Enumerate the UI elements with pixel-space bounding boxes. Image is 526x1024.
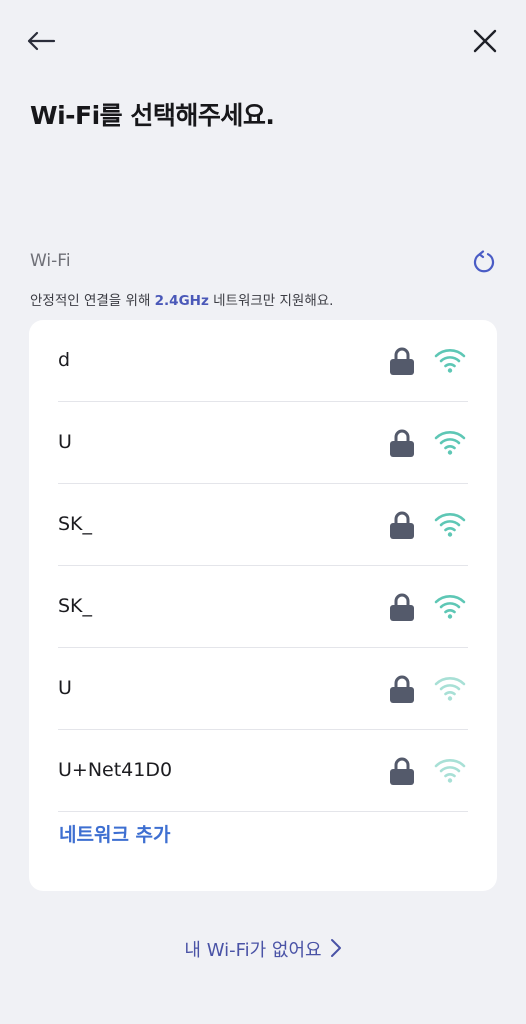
frequency-note: 안정적인 연결을 위해 2.4GHz 네트워크만 지원해요. <box>30 289 333 309</box>
network-ssid: SK_ <box>58 595 93 617</box>
page-title: Wi-Fi를 선택해주세요. <box>30 101 275 130</box>
wifi-signal-icon <box>434 510 466 538</box>
frequency-note-highlight: 2.4GHz <box>154 293 209 309</box>
network-row[interactable]: U <box>58 402 468 484</box>
wifi-signal-icon <box>434 428 466 456</box>
lock-icon <box>388 345 416 377</box>
frequency-note-suffix: 네트워크만 지원해요. <box>208 293 334 309</box>
wifi-signal-icon <box>434 674 466 702</box>
lock-icon <box>388 673 416 705</box>
network-row[interactable]: SK_ <box>58 566 468 648</box>
wifi-select-screen: Wi-Fi를 선택해주세요. Wi-Fi 안정적인 연결을 위해 2.4GHz … <box>0 0 526 1024</box>
network-ssid: U <box>58 431 72 453</box>
network-ssid: d <box>58 349 71 371</box>
network-row[interactable]: SK_ <box>58 484 468 566</box>
network-row[interactable]: U+Net41D0 <box>58 730 468 812</box>
lock-icon <box>388 755 416 787</box>
lock-icon <box>388 427 416 459</box>
network-ssid: U <box>58 677 72 699</box>
add-network-button[interactable]: 네트워크 추가 <box>59 820 171 847</box>
network-ssid: SK_ <box>58 513 93 535</box>
lock-icon <box>388 591 416 623</box>
lock-icon <box>388 509 416 541</box>
wifi-signal-icon <box>434 592 466 620</box>
refresh-icon[interactable] <box>468 246 500 278</box>
close-icon[interactable] <box>466 22 504 60</box>
frequency-note-prefix: 안정적인 연결을 위해 <box>30 293 155 309</box>
network-row[interactable]: d <box>58 320 468 402</box>
no-wifi-link[interactable]: 내 Wi-Fi가 없어요 <box>0 936 526 963</box>
wifi-signal-icon <box>434 756 466 784</box>
network-list-card: d U SK_ SK_ U U+Net41D0 네트워크 추가 <box>29 320 497 891</box>
chevron-right-icon <box>330 938 342 963</box>
network-ssid: U+Net41D0 <box>58 759 173 781</box>
network-row[interactable]: U <box>58 648 468 730</box>
back-arrow-icon[interactable] <box>22 24 60 58</box>
no-wifi-link-label: 내 Wi-Fi가 없어요 <box>184 940 322 961</box>
wifi-signal-icon <box>434 346 466 374</box>
wifi-section-label: Wi-Fi <box>30 251 71 271</box>
